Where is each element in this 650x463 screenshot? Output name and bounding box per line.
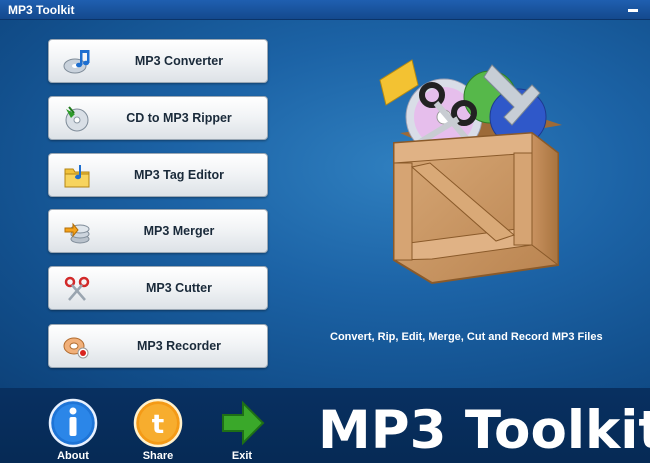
record-icon [63,334,91,360]
music-note-icon [63,49,91,75]
title-bar: MP3 Toolkit [0,0,650,20]
info-icon [48,398,98,448]
share-button[interactable]: t Share [128,397,188,463]
cd-rip-icon [63,106,91,132]
cd-ripper-label: CD to MP3 Ripper [126,111,232,125]
exit-label: Exit [231,450,253,462]
merge-disc-icon [63,219,91,245]
mp3-converter-label: MP3 Converter [134,54,224,68]
mp3-merger-label: MP3 Merger [143,224,215,238]
brand-logo-text: MP3 Toolkit [318,400,650,461]
svg-text:t: t [152,410,164,440]
exit-button[interactable]: Exit [212,397,272,463]
tag-editor-label: MP3 Tag Editor [133,168,225,182]
mp3-merger-button[interactable]: MP3 Merger [48,209,268,253]
cd-ripper-button[interactable]: CD to MP3 Ripper [48,96,268,140]
tag-folder-icon [63,163,91,189]
about-button[interactable]: About [43,397,103,463]
mp3-cutter-label: MP3 Cutter [146,281,212,295]
toolbox-crate-image [372,55,572,290]
window-title: MP3 Toolkit [8,3,75,17]
about-label: About [57,450,89,462]
share-t-icon: t [133,398,183,448]
tag-editor-button[interactable]: MP3 Tag Editor [48,153,268,197]
scissors-icon [63,276,91,302]
mp3-converter-button[interactable]: MP3 Converter [48,39,268,83]
mp3-recorder-button[interactable]: MP3 Recorder [48,324,268,368]
mp3-cutter-button[interactable]: MP3 Cutter [48,266,268,310]
exit-arrow-icon [222,400,265,446]
minimize-button[interactable] [628,9,638,12]
mp3-recorder-label: MP3 Recorder [136,339,222,353]
tagline: Convert, Rip, Edit, Merge, Cut and Recor… [330,331,603,343]
share-label: Share [142,450,174,462]
